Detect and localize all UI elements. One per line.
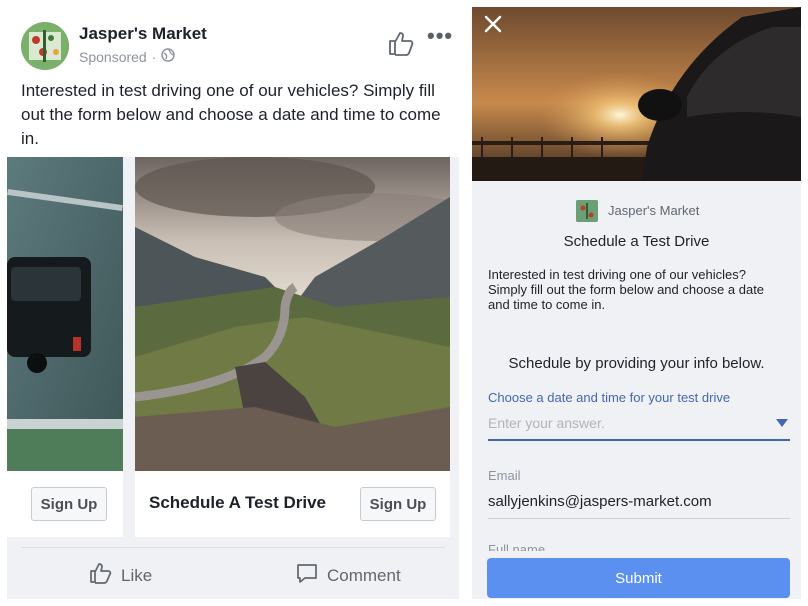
sign-up-button[interactable]: Sign Up — [31, 487, 107, 521]
like-button[interactable]: Like — [89, 561, 152, 590]
form-instructions: Schedule by providing your info below. — [508, 355, 765, 372]
separator: · — [151, 48, 157, 65]
comment-button[interactable]: Comment — [295, 561, 401, 590]
close-icon[interactable] — [482, 13, 504, 35]
more-dots-icon[interactable]: ••• — [427, 23, 453, 49]
page-name[interactable]: Jasper's Market — [79, 24, 207, 44]
email-field[interactable]: sallyjenkins@jaspers-market.com — [488, 493, 790, 519]
hero-image — [472, 7, 801, 181]
date-time-placeholder: Enter your answer. — [488, 415, 605, 431]
divider — [21, 547, 445, 548]
like-page-icon[interactable] — [387, 29, 415, 57]
full-name-label: Full name — [488, 542, 546, 551]
card-title: Schedule A Test Drive — [149, 493, 326, 512]
feed-ad-panel: Jasper's Market Sponsored · ••• Interest… — [7, 7, 459, 599]
sign-up-button[interactable]: Sign Up — [360, 487, 436, 521]
email-label: Email — [488, 468, 521, 483]
post-header: Jasper's Market Sponsored · ••• Interest… — [7, 7, 459, 157]
submit-button[interactable]: Submit — [487, 558, 790, 598]
lead-form-panel: Jasper's Market Schedule a Test Drive In… — [472, 7, 801, 599]
caret-down-icon[interactable] — [776, 419, 788, 427]
comment-label: Comment — [327, 565, 401, 585]
mountain-road-image — [135, 157, 450, 471]
globe-icon — [161, 48, 176, 65]
comment-icon — [295, 561, 319, 590]
page-avatar[interactable] — [21, 22, 69, 70]
carousel-card[interactable]: Schedule A Test Drive Sign Up — [135, 157, 450, 537]
page-logo — [576, 200, 598, 222]
thumbs-up-icon — [89, 561, 113, 590]
date-time-question-label: Choose a date and time for your test dri… — [488, 390, 731, 405]
carousel-card[interactable]: Sign Up — [7, 157, 123, 537]
action-bar: Like Comment — [7, 547, 459, 599]
date-time-select[interactable]: Enter your answer. — [488, 415, 790, 441]
form-intro: Interested in test driving one of our ve… — [488, 267, 765, 312]
form-title: Schedule a Test Drive — [563, 233, 710, 250]
form-page-name: Jasper's Market — [608, 203, 700, 218]
post-body-text: Interested in test driving one of our ve… — [21, 81, 441, 148]
sponsored-row: Sponsored · — [79, 48, 176, 65]
car-image — [7, 157, 123, 471]
sponsored-label: Sponsored — [79, 48, 147, 65]
like-label: Like — [121, 565, 153, 585]
